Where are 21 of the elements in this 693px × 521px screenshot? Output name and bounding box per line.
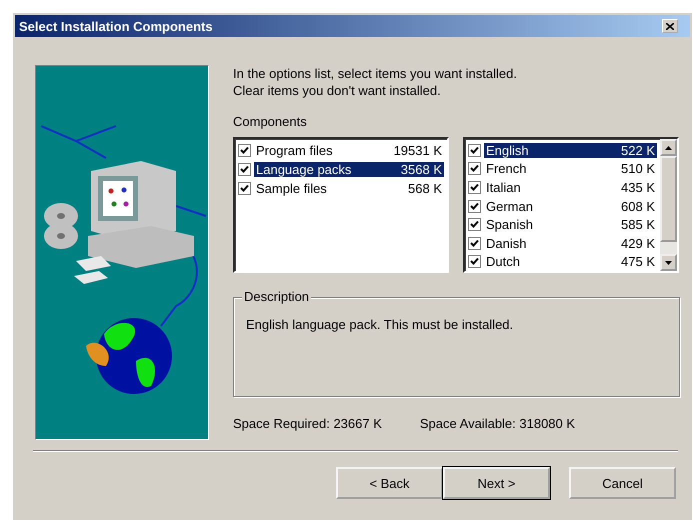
- list-item[interactable]: English 522 K: [484, 142, 657, 158]
- space-available-text: Space Available: 318080 K: [420, 415, 576, 432]
- dialog-button[interactable]: Cancel: [569, 467, 676, 499]
- space-required-text: Space Required: 23667 K: [233, 415, 382, 432]
- list-item[interactable]: German 608 K: [484, 198, 657, 214]
- instruction-text: In the options list, select items you want installed.: [233, 65, 518, 82]
- list-item[interactable]: Program files 19531 K: [254, 143, 444, 158]
- description-label: Description: [242, 289, 312, 304]
- list-item[interactable]: Danish 429 K: [484, 236, 657, 251]
- dialog-button[interactable]: Next >: [443, 467, 550, 499]
- list-item[interactable]: Dutch 475 K: [484, 254, 657, 270]
- components-label: Components: [233, 113, 308, 130]
- list-item[interactable]: Italian 435 K: [484, 180, 657, 195]
- dialog-button[interactable]: < Back: [336, 467, 443, 499]
- list-item[interactable]: Language packs 3568 K: [254, 162, 444, 177]
- list-item[interactable]: French 510 K: [484, 161, 657, 176]
- description-text: English language pack. This must be installed.: [246, 316, 514, 333]
- window-title: Select Installation Components: [19, 18, 213, 34]
- list-item[interactable]: Sample files 568 K: [254, 181, 444, 196]
- list-item[interactable]: Spanish 585 K: [484, 217, 657, 232]
- instruction-text: Clear items you don't want installed.: [233, 82, 442, 99]
